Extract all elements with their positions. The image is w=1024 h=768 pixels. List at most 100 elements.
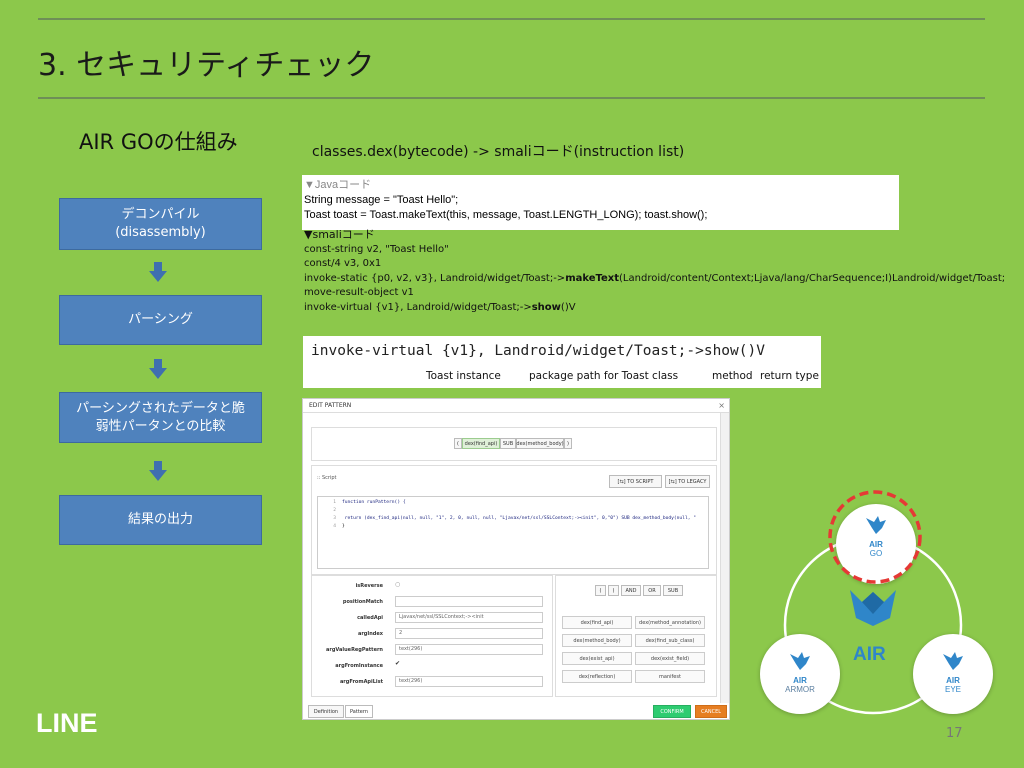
header-top-rule (38, 18, 985, 20)
label-return-type: return type (760, 370, 819, 382)
header-bottom-rule (38, 97, 985, 99)
add-method-body-button[interactable]: dex(method_body) (562, 634, 632, 647)
add-exist-api-button[interactable]: dex(exist_api) (562, 652, 632, 665)
op-sub[interactable]: SUB (663, 585, 683, 596)
op-and[interactable]: AND (621, 585, 641, 596)
add-reflection-button[interactable]: dex(reflection) (562, 670, 632, 683)
line-number: 4 (333, 524, 336, 529)
air-armor-top: AIR (793, 676, 807, 685)
add-manifest-button[interactable]: manifest (635, 670, 705, 683)
code-line: 4} (318, 523, 708, 531)
position-match-input[interactable] (395, 596, 543, 607)
edit-pattern-header: EDIT PATTERN × (303, 399, 729, 413)
token-find-api[interactable]: dex(find_api) (462, 438, 500, 449)
air-armor-label: AIR ARMOR (760, 676, 840, 694)
arg-index-input[interactable]: 2 (395, 628, 543, 639)
tab-definition[interactable]: Definition (308, 705, 344, 718)
label-package-path: package path for Toast class (529, 370, 679, 382)
down-arrow-icon (149, 461, 167, 481)
field-label: argIndex (357, 631, 383, 637)
air-eye-top: AIR (946, 676, 960, 685)
add-find-sub-class-button[interactable]: dex(find_sub_class) (635, 634, 705, 647)
edit-pattern-window: EDIT PATTERN × ( dex(find_api) SUB dex(m… (302, 398, 730, 720)
confirm-button[interactable]: CONFIRM (653, 705, 691, 718)
smali-text: ()V (560, 301, 576, 313)
smali-line: invoke-static {p0, v2, v3}, Landroid/wid… (304, 272, 1005, 287)
smali-line: invoke-virtual {v1}, Landroid/widget/Toa… (304, 301, 1005, 316)
smali-line: const-string v2, "Toast Hello" (304, 243, 449, 255)
invoke-code: invoke-virtual {v1}, Landroid/widget/Toa… (311, 343, 765, 359)
air-go-bottom: GO (869, 549, 883, 558)
air-eye-label: AIR EYE (913, 676, 993, 694)
token-sub[interactable]: SUB (500, 438, 516, 449)
air-center-label: AIR (853, 644, 886, 665)
field-label: calledApi (357, 615, 383, 621)
arg-value-reg-pattern-input[interactable]: text(296) (395, 644, 543, 655)
air-go-top: AIR (869, 540, 883, 549)
down-arrow-icon (149, 359, 167, 379)
field-label: isReverse (355, 583, 383, 589)
air-armor-bird-icon (790, 652, 810, 670)
edit-pattern-title: EDIT PATTERN (309, 402, 352, 409)
smali-text: invoke-virtual {v1}, Landroid/widget/Toa… (304, 301, 532, 313)
script-editor[interactable]: 1 function runPattern() { 2 3 return (dex… (317, 496, 709, 569)
code-line: 3 return (dex_find_api(null, null, "1", … (318, 515, 708, 523)
air-armor-bottom: ARMOR (785, 685, 815, 694)
label-toast-instance: Toast instance (426, 370, 501, 382)
air-eye-bird-icon (943, 652, 963, 670)
down-arrow-icon (149, 262, 167, 282)
flow-step-parsing: パーシング (59, 295, 262, 345)
code-line: 2 (318, 507, 708, 515)
air-eye-node (913, 634, 993, 714)
smali-line: move-result-object v1 (304, 287, 414, 298)
java-header: ▼Javaコード (304, 179, 372, 191)
line-number: 2 (333, 508, 336, 513)
token-close-paren[interactable]: ) (564, 438, 572, 449)
flow-step-output: 結果の出力 (59, 495, 262, 545)
highlight-dashed-circle (828, 490, 922, 584)
token-open-paren[interactable]: ( (454, 438, 462, 449)
script-label: :: Script (317, 475, 337, 481)
add-exist-field-button[interactable]: dex(exist_field) (635, 652, 705, 665)
add-method-annotation-button[interactable]: dex(method_annotation) (635, 616, 705, 629)
code-text: return (dex_find_api(null, null, "1", 2,… (342, 516, 697, 521)
slide-subtitle: AIR GOの仕組み (79, 130, 238, 154)
java-line: String message = "Toast Hello"; (304, 194, 459, 206)
is-reverse-radio[interactable]: ○ (395, 581, 400, 588)
line-number: 3 (333, 516, 336, 521)
to-legacy-button[interactable]: [⇆] TO LEGACY (665, 475, 710, 488)
to-script-button[interactable]: [⇆] TO SCRIPT (609, 475, 662, 488)
op-open-paren[interactable]: ( (595, 585, 606, 596)
arg-from-instance-checkbox[interactable]: ✔ (395, 660, 400, 667)
flow-step-decompile: デコンパイル (disassembly) (59, 198, 262, 250)
smali-code: ▼smaliコード const-string v2, "Toast Hello"… (304, 228, 1005, 315)
air-go-bird-icon (866, 516, 886, 534)
air-go-label: AIR GO (836, 540, 916, 558)
smali-header: ▼smaliコード (304, 228, 375, 241)
code-line: 1 function runPattern() { (318, 499, 708, 507)
field-label: positionMatch (342, 599, 383, 605)
flow-step-compare: パーシングされたデータと脆 弱性パータンとの比較 (59, 392, 262, 443)
arg-from-api-list-input[interactable]: text(296) (395, 676, 543, 687)
cancel-button[interactable]: CANCEL (695, 705, 727, 718)
smali-bold: makeText (565, 272, 620, 284)
close-icon[interactable]: × (718, 399, 725, 413)
scrollbar[interactable] (720, 413, 729, 703)
code-text: } (342, 524, 345, 529)
air-logo-icon (850, 590, 896, 626)
air-eye-bottom: EYE (944, 685, 961, 694)
op-close-paren[interactable]: ) (608, 585, 619, 596)
java-line: Toast toast = Toast.makeText(this, messa… (304, 209, 708, 221)
add-find-api-button[interactable]: dex(find_api) (562, 616, 632, 629)
smali-line: const/4 v3, 0x1 (304, 258, 382, 269)
field-label: argValueRegPattern (326, 647, 383, 653)
classes-caption: classes.dex(bytecode) -> smaliコード(instru… (312, 144, 685, 160)
line-number: 1 (333, 500, 336, 505)
tab-pattern[interactable]: Pattern (345, 705, 373, 718)
label-method: method (712, 370, 753, 382)
smali-text: (Landroid/content/Context;Ljava/lang/Cha… (619, 272, 1006, 284)
op-or[interactable]: OR (643, 585, 661, 596)
token-method-body[interactable]: dex(method_body) (516, 438, 564, 449)
field-label: argFromApiList (339, 679, 383, 685)
called-api-input[interactable]: Ljavax/net/ssl/SSLContext;-><init (395, 612, 543, 623)
